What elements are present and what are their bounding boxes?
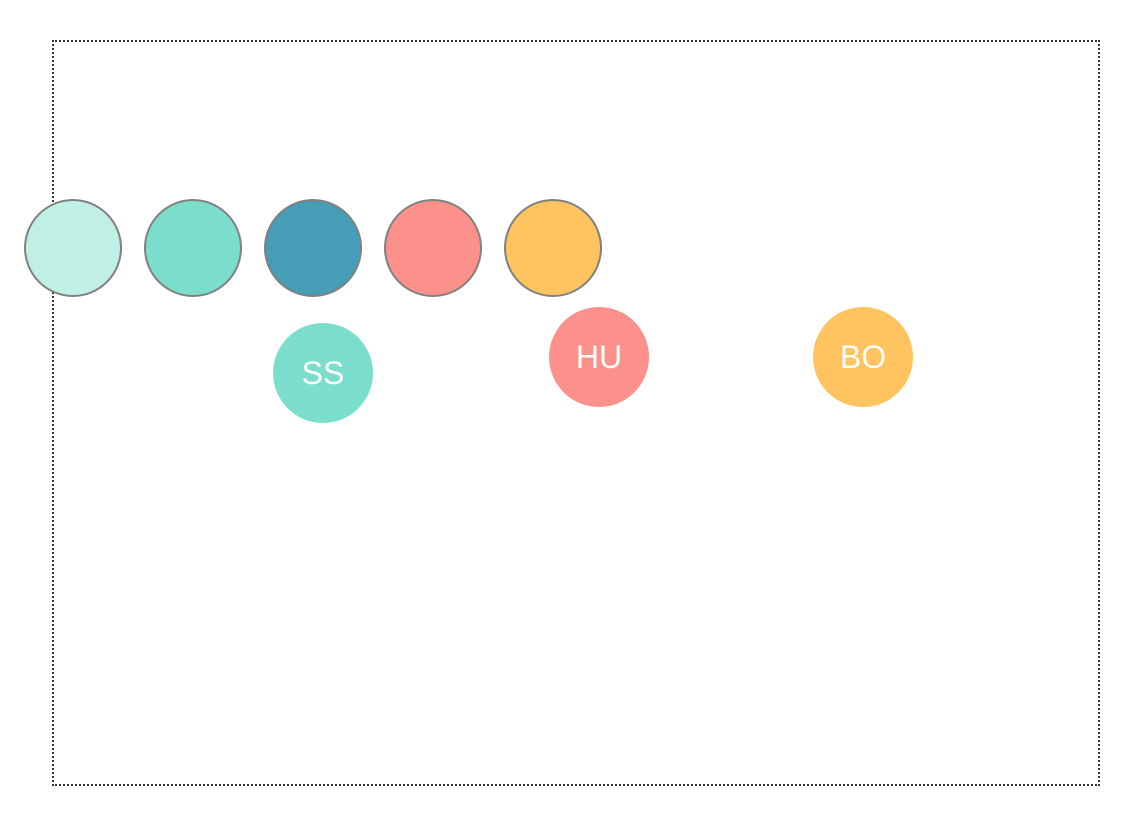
color-swatch-turquoise[interactable]: [144, 199, 242, 297]
color-swatch-salmon[interactable]: [384, 199, 482, 297]
color-swatch-teal-blue[interactable]: [264, 199, 362, 297]
drop-canvas[interactable]: [52, 40, 1100, 786]
token-ss[interactable]: SS: [273, 323, 373, 423]
token-hu[interactable]: HU: [549, 307, 649, 407]
page: SS HU BO: [0, 0, 1148, 814]
color-swatch-amber[interactable]: [504, 199, 602, 297]
token-bo[interactable]: BO: [813, 307, 913, 407]
color-swatch-pale-mint[interactable]: [24, 199, 122, 297]
